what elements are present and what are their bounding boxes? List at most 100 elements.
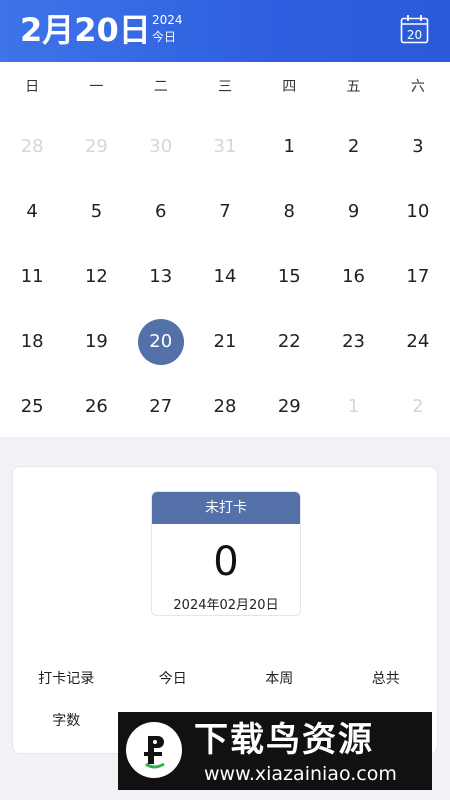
calendar-day[interactable]: 11 bbox=[9, 254, 55, 300]
svg-text:20: 20 bbox=[407, 28, 422, 42]
calendar-day[interactable]: 1 bbox=[266, 124, 312, 170]
calendar-cell: 10 bbox=[386, 179, 450, 244]
calendar-day-selected[interactable]: 20 bbox=[137, 318, 184, 365]
calendar-day[interactable]: 22 bbox=[266, 319, 312, 365]
banner-title: 下载鸟资源 bbox=[194, 720, 374, 760]
calendar-cell: 18 bbox=[0, 309, 64, 374]
calendar-cell: 16 bbox=[321, 244, 385, 309]
current-date: 2月20日 bbox=[20, 11, 151, 49]
calendar-cell: 8 bbox=[257, 179, 321, 244]
banner-url: www.xiazainiao.com bbox=[204, 763, 397, 785]
calendar-cell: 22 bbox=[257, 309, 321, 374]
calendar-cell: 31 bbox=[193, 114, 257, 179]
calendar-day[interactable]: 28 bbox=[9, 124, 55, 170]
calendar-cell: 14 bbox=[193, 244, 257, 309]
calendar-cell: 1 bbox=[257, 114, 321, 179]
calendar-day[interactable]: 10 bbox=[395, 189, 441, 235]
calendar-day[interactable]: 18 bbox=[9, 319, 55, 365]
calendar-day[interactable]: 13 bbox=[138, 254, 184, 300]
calendar-day[interactable]: 16 bbox=[331, 254, 377, 300]
calendar-day[interactable]: 24 bbox=[395, 319, 441, 365]
checkin-date: 2024年02月20日 bbox=[173, 598, 279, 613]
calendar: 日一二三四五六 28 29 30 31 1 2 3 4 5 6 7 8 9 10 11 12 13 14 15 16 1… bbox=[0, 62, 450, 437]
weekday-header: 日一二三四五六 bbox=[0, 76, 450, 96]
calendar-day[interactable]: 23 bbox=[331, 319, 377, 365]
calendar-week-row: 11 12 13 14 15 16 17 bbox=[0, 244, 450, 309]
checkin-status: 未打卡 bbox=[152, 492, 300, 524]
calendar-week-row: 4 5 6 7 8 9 10 bbox=[0, 179, 450, 244]
calendar-cell: 3 bbox=[386, 114, 450, 179]
calendar-cell: 21 bbox=[193, 309, 257, 374]
calendar-cell: 28 bbox=[193, 374, 257, 439]
current-year: 2024 bbox=[152, 13, 183, 27]
calendar-week-row: 18 19 20 21 22 23 24 bbox=[0, 309, 450, 374]
calendar-day[interactable]: 4 bbox=[9, 189, 55, 235]
calendar-day[interactable]: 12 bbox=[73, 254, 119, 300]
calendar-icon[interactable]: 20 bbox=[400, 14, 429, 44]
calendar-day[interactable]: 29 bbox=[266, 384, 312, 430]
stats-header-row: 打卡记录 今日 本周 总共 bbox=[13, 657, 439, 699]
calendar-day[interactable]: 8 bbox=[266, 189, 312, 235]
calendar-cell: 1 bbox=[321, 374, 385, 439]
calendar-day[interactable]: 14 bbox=[202, 254, 248, 300]
calendar-day[interactable]: 28 bbox=[202, 384, 248, 430]
stats-header-cell: 总共 bbox=[371, 671, 400, 687]
calendar-cell: 17 bbox=[386, 244, 450, 309]
calendar-cell: 19 bbox=[64, 309, 128, 374]
calendar-day[interactable]: 31 bbox=[202, 124, 248, 170]
calendar-day[interactable]: 15 bbox=[266, 254, 312, 300]
calendar-day[interactable]: 5 bbox=[73, 189, 119, 235]
weekday-label: 二 bbox=[153, 79, 168, 95]
weekday-label: 日 bbox=[25, 79, 40, 95]
calendar-day[interactable]: 30 bbox=[138, 124, 184, 170]
header-bar: 2月20日 2024 今日 20 bbox=[0, 0, 450, 62]
calendar-cell: 11 bbox=[0, 244, 64, 309]
calendar-cell: 28 bbox=[0, 114, 64, 179]
calendar-day[interactable]: 6 bbox=[138, 189, 184, 235]
calendar-cell: 20 bbox=[129, 309, 193, 374]
checkin-card: 未打卡 0 2024年02月20日 打卡记录今日本周总共字数000 bbox=[12, 466, 438, 754]
stats-header-cell: 今日 bbox=[158, 671, 187, 687]
calendar-day[interactable]: 2 bbox=[331, 124, 377, 170]
calendar-cell: 13 bbox=[129, 244, 193, 309]
weekday-label: 四 bbox=[282, 79, 297, 95]
calendar-cell: 9 bbox=[321, 179, 385, 244]
calendar-week-row: 25 26 27 28 29 1 2 bbox=[0, 374, 450, 439]
weekday-label: 一 bbox=[89, 79, 104, 95]
stats-cell: 字数 bbox=[52, 713, 81, 729]
weekday-label: 六 bbox=[410, 79, 425, 95]
calendar-day[interactable]: 17 bbox=[395, 254, 441, 300]
calendar-cell: 4 bbox=[0, 179, 64, 244]
calendar-cell: 5 bbox=[64, 179, 128, 244]
calendar-day[interactable]: 7 bbox=[202, 189, 248, 235]
bird-logo-icon bbox=[126, 722, 182, 778]
checkin-count: 0 bbox=[213, 539, 239, 585]
calendar-cell: 27 bbox=[129, 374, 193, 439]
calendar-day[interactable]: 19 bbox=[73, 319, 119, 365]
weekday-label: 五 bbox=[346, 79, 361, 95]
calendar-day[interactable]: 27 bbox=[138, 384, 184, 430]
calendar-day[interactable]: 29 bbox=[73, 124, 119, 170]
calendar-day[interactable]: 21 bbox=[202, 319, 248, 365]
calendar-cell: 30 bbox=[129, 114, 193, 179]
calendar-cell: 29 bbox=[257, 374, 321, 439]
calendar-day[interactable]: 3 bbox=[395, 124, 441, 170]
stats-header-cell: 打卡记录 bbox=[38, 671, 95, 687]
calendar-cell: 2 bbox=[386, 374, 450, 439]
checkin-status-box[interactable]: 未打卡 0 2024年02月20日 bbox=[151, 491, 301, 616]
stats-header-cell: 本周 bbox=[265, 671, 294, 687]
calendar-day[interactable]: 1 bbox=[331, 384, 377, 430]
date-sub: 2024 今日 bbox=[152, 12, 183, 46]
calendar-grid: 28 29 30 31 1 2 3 4 5 6 7 8 9 10 11 12 13 14 15 16 17 18 19 20 2… bbox=[0, 114, 450, 439]
calendar-day[interactable]: 9 bbox=[331, 189, 377, 235]
calendar-week-row: 28 29 30 31 1 2 3 bbox=[0, 114, 450, 179]
calendar-day[interactable]: 26 bbox=[73, 384, 119, 430]
calendar-day[interactable]: 2 bbox=[395, 384, 441, 430]
calendar-cell: 25 bbox=[0, 374, 64, 439]
weekday-label: 三 bbox=[217, 79, 232, 95]
calendar-cell: 6 bbox=[129, 179, 193, 244]
calendar-cell: 15 bbox=[257, 244, 321, 309]
calendar-day[interactable]: 25 bbox=[9, 384, 55, 430]
calendar-cell: 12 bbox=[64, 244, 128, 309]
today-label: 今日 bbox=[152, 30, 177, 44]
